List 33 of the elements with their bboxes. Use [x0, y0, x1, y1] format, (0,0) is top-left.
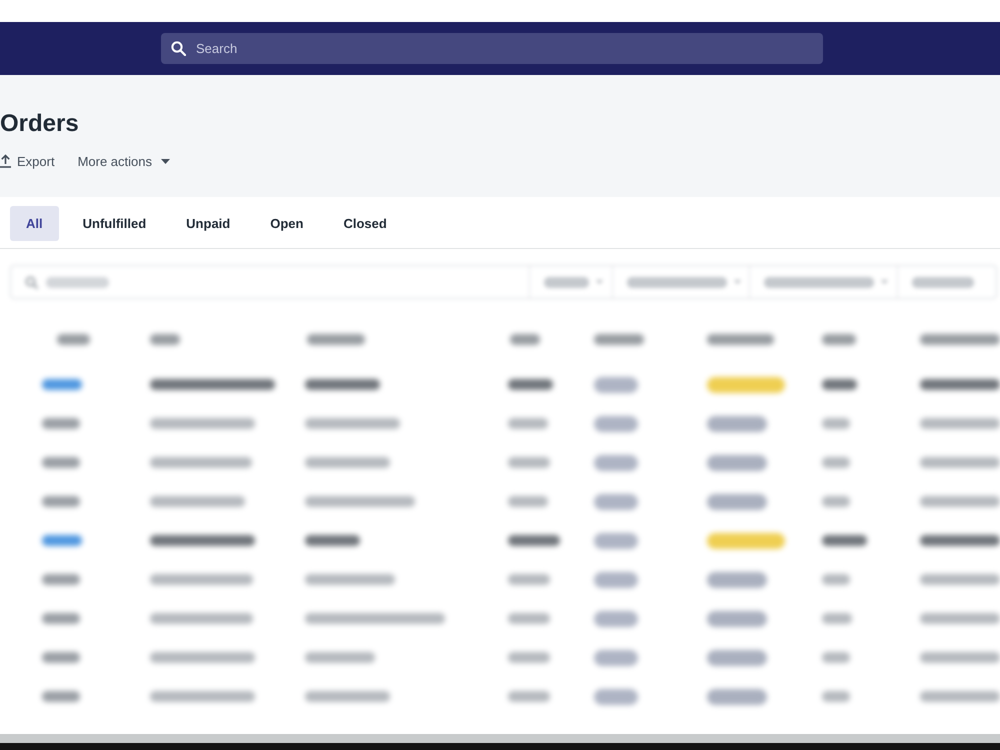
blurred-heading	[822, 334, 856, 345]
blurred-badge	[594, 610, 638, 626]
blurred-heading	[307, 334, 365, 345]
blurred-badge	[594, 494, 638, 510]
blurred-text	[912, 276, 974, 288]
export-button[interactable]: Export	[0, 151, 55, 171]
horizontal-scrollbar[interactable]	[0, 734, 1000, 743]
blurred-heading	[57, 334, 90, 345]
filter-tab[interactable]: Open	[254, 206, 320, 241]
blurred-badge	[594, 532, 638, 548]
blurred-badge	[594, 454, 638, 470]
blurred-heading	[594, 334, 644, 345]
search-icon	[171, 41, 186, 56]
search-field[interactable]: Search	[161, 33, 823, 64]
blurred-badge	[594, 650, 638, 666]
blurred-badge	[594, 416, 638, 432]
caret-icon	[161, 158, 170, 164]
filter-tab[interactable]: All	[10, 206, 59, 241]
blurred-heading	[510, 334, 540, 345]
blurred-placeholder	[46, 276, 109, 288]
blurred-heading	[150, 334, 180, 345]
search-icon	[25, 276, 38, 288]
blurred-badge	[594, 688, 638, 704]
page-title: Orders	[0, 109, 79, 139]
filter-tab[interactable]: Unpaid	[170, 206, 246, 241]
upload-icon	[0, 154, 11, 168]
blurred-badge	[594, 376, 638, 392]
blurred-badge	[594, 572, 638, 588]
blurred-text	[544, 276, 589, 288]
blurred-heading	[707, 334, 774, 345]
dropdown-button[interactable]: More actions	[78, 151, 170, 171]
filter-tab[interactable]: Closed	[327, 206, 403, 241]
filter-tab[interactable]: Unfulfilled	[66, 206, 162, 241]
